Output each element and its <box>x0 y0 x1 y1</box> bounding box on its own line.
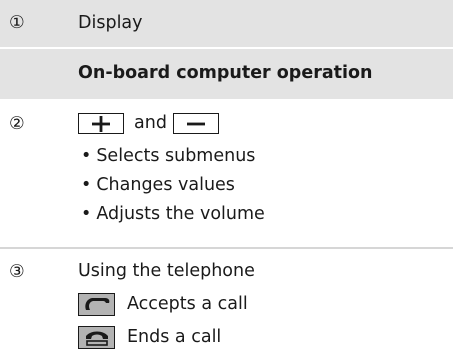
minus-key <box>172 113 219 134</box>
bullet-symbol: • <box>81 146 92 166</box>
action-label: Accepts a call <box>127 294 248 314</box>
telephone-title: Using the telephone <box>78 261 255 281</box>
phone-end-icon <box>78 326 115 349</box>
minus-icon <box>186 122 205 125</box>
phone-accept-icon <box>78 293 115 316</box>
legend-text-plus-minus: and • Selects submenus • Changes values • A… <box>58 99 453 249</box>
bullet-text: Adjusts the volume <box>96 204 265 224</box>
legend-number: ③ <box>9 262 25 282</box>
bullet-text: Selects submenus <box>96 146 256 166</box>
plus-icon <box>92 115 110 132</box>
legend-row-plus-minus: ② and • Selects submenus • Changes value… <box>0 99 453 249</box>
bullet-item: • Selects submenus <box>78 142 453 171</box>
legend-text-display: Display <box>58 0 453 48</box>
section-header-row: On-board computer operation <box>0 47 453 100</box>
legend-number: ① <box>0 0 58 48</box>
bullet-symbol: • <box>81 204 92 224</box>
connector-word: and <box>134 113 167 133</box>
bullet-text: Changes values <box>96 175 235 195</box>
action-label: Ends a call <box>127 327 222 347</box>
bullet-item: • Adjusts the volume <box>78 200 453 229</box>
plus-minus-key-line: and <box>78 109 453 138</box>
plus-key <box>78 113 124 134</box>
legend-row-telephone: ③ Using the telephone Accepts a call End… <box>0 248 453 364</box>
section-header: On-board computer operation <box>58 47 453 100</box>
legend-row-display: ① Display <box>0 0 453 48</box>
bullet-item: • Changes values <box>78 171 453 200</box>
section-header-spacer <box>0 47 58 100</box>
action-accept-call: Accepts a call <box>78 290 453 319</box>
action-end-call: Ends a call <box>78 323 453 352</box>
legend-table: ① Display On-board computer operation ② … <box>0 0 453 364</box>
legend-text-telephone: Using the telephone Accepts a call Ends … <box>58 248 453 364</box>
legend-number: ② <box>0 99 58 249</box>
bullet-symbol: • <box>81 175 92 195</box>
